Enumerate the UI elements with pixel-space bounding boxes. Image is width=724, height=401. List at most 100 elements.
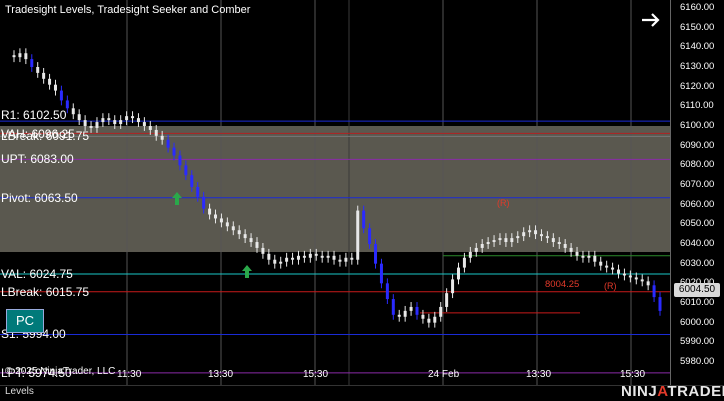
copyright-text: © 2025 NinjaTrader, LLC xyxy=(5,366,116,377)
candle-body xyxy=(208,208,212,215)
price-tick-label: 6150.00 xyxy=(680,21,715,33)
candle-body xyxy=(539,234,543,237)
level-label: UPT: 6083.00 xyxy=(1,152,74,167)
candle-body xyxy=(575,251,579,256)
candle-body xyxy=(332,255,336,260)
candle-body xyxy=(142,122,146,126)
candle-body xyxy=(308,253,312,258)
candle-body xyxy=(119,120,123,125)
candle-body xyxy=(617,269,621,274)
candle-body xyxy=(451,279,455,294)
time-tick-label: 13:30 xyxy=(526,369,552,380)
candle-body xyxy=(385,283,389,300)
panel-label: Levels xyxy=(5,386,34,397)
candle-body xyxy=(628,275,632,278)
candle-body xyxy=(237,230,241,235)
level-label: Pivot: 6063.50 xyxy=(1,190,78,205)
candle-body xyxy=(569,247,573,252)
candle-body xyxy=(261,247,265,254)
candle-body xyxy=(154,129,158,136)
candle-body xyxy=(611,267,615,270)
candle-body xyxy=(362,210,366,229)
candle-body xyxy=(190,175,194,187)
brand-logo-part: TRADER xyxy=(667,383,724,400)
candle-body xyxy=(528,230,532,233)
candle-body xyxy=(273,259,277,264)
arrow-right-icon[interactable] xyxy=(638,8,664,32)
candle-body xyxy=(433,316,437,323)
candle-body xyxy=(131,116,135,119)
candle-body xyxy=(557,242,561,244)
candle-body xyxy=(320,255,324,258)
price-chart[interactable] xyxy=(0,0,724,401)
candle-body xyxy=(368,228,372,244)
price-tick-label: 6050.00 xyxy=(680,218,715,230)
candle-body xyxy=(59,90,63,101)
candle-body xyxy=(184,165,188,176)
candle-body xyxy=(178,155,182,166)
r-marker-label: (R) xyxy=(497,198,510,208)
candle-body xyxy=(456,267,460,280)
candle-body xyxy=(374,244,378,264)
candle-body xyxy=(498,238,502,241)
candle-body xyxy=(285,257,289,262)
price-tick-label: 6100.00 xyxy=(680,120,715,131)
candle-body xyxy=(101,118,105,123)
level-label: LBreak: 6091.75 xyxy=(1,129,90,144)
candle-body xyxy=(504,238,508,243)
candle-body xyxy=(42,72,46,79)
price-tick-label: 5980.00 xyxy=(680,356,715,367)
current-price-marker: 6004.50 xyxy=(674,283,720,297)
candle-body xyxy=(486,242,490,244)
candle-body xyxy=(391,299,395,315)
time-tick-label: 13:30 xyxy=(208,369,234,380)
candle-body xyxy=(338,259,342,262)
candle-body xyxy=(427,318,431,323)
candle-body xyxy=(640,279,644,282)
candle-body xyxy=(652,285,656,298)
candle-body xyxy=(18,53,22,58)
level-label: VAL: 6024.75 xyxy=(1,266,73,281)
candle-body xyxy=(302,255,306,258)
candle-body xyxy=(279,261,283,264)
candle-body xyxy=(243,234,247,239)
price-tick-label: 6000.00 xyxy=(680,316,715,328)
candle-body xyxy=(255,242,259,248)
candle-body xyxy=(148,126,152,130)
pc-button[interactable]: PC xyxy=(6,309,44,333)
candle-body xyxy=(480,244,484,248)
time-tick-label: 24 Feb xyxy=(428,369,460,380)
price-tick-label: 5990.00 xyxy=(680,336,715,348)
candle-body xyxy=(593,255,597,262)
candle-body xyxy=(468,251,472,258)
candle-body xyxy=(166,139,170,148)
candle-body xyxy=(599,261,603,266)
candle-body xyxy=(516,236,520,239)
price-tick-label: 6140.00 xyxy=(680,41,715,53)
candle-body xyxy=(421,314,425,319)
candle-body xyxy=(622,273,626,276)
brand-logo: NINJATRADER xyxy=(621,383,724,400)
candle-body xyxy=(196,186,200,197)
candle-body xyxy=(646,281,650,286)
candle-body xyxy=(581,255,585,258)
level-label: R1: 6102.50 xyxy=(1,108,67,123)
candle-body xyxy=(403,310,407,317)
candle-body xyxy=(77,114,81,121)
candle-body xyxy=(95,122,99,128)
candle-body xyxy=(492,240,496,243)
candle-body xyxy=(314,253,318,256)
candle-body xyxy=(30,59,34,67)
candle-body xyxy=(379,263,383,284)
chart-title: Tradesight Levels, Tradesight Seeker and… xyxy=(5,4,251,16)
candle-body xyxy=(350,257,354,260)
r-marker-label: (R) xyxy=(604,281,617,291)
value-area-zone xyxy=(0,126,670,252)
level-label: LBreak: 6015.75 xyxy=(1,284,90,299)
candle-body xyxy=(522,232,526,237)
candle-body xyxy=(172,147,176,156)
price-tick-label: 6070.00 xyxy=(680,179,715,190)
candle-body xyxy=(634,277,638,280)
price-tick-label: 6040.00 xyxy=(680,238,715,249)
candle-body xyxy=(510,238,514,243)
